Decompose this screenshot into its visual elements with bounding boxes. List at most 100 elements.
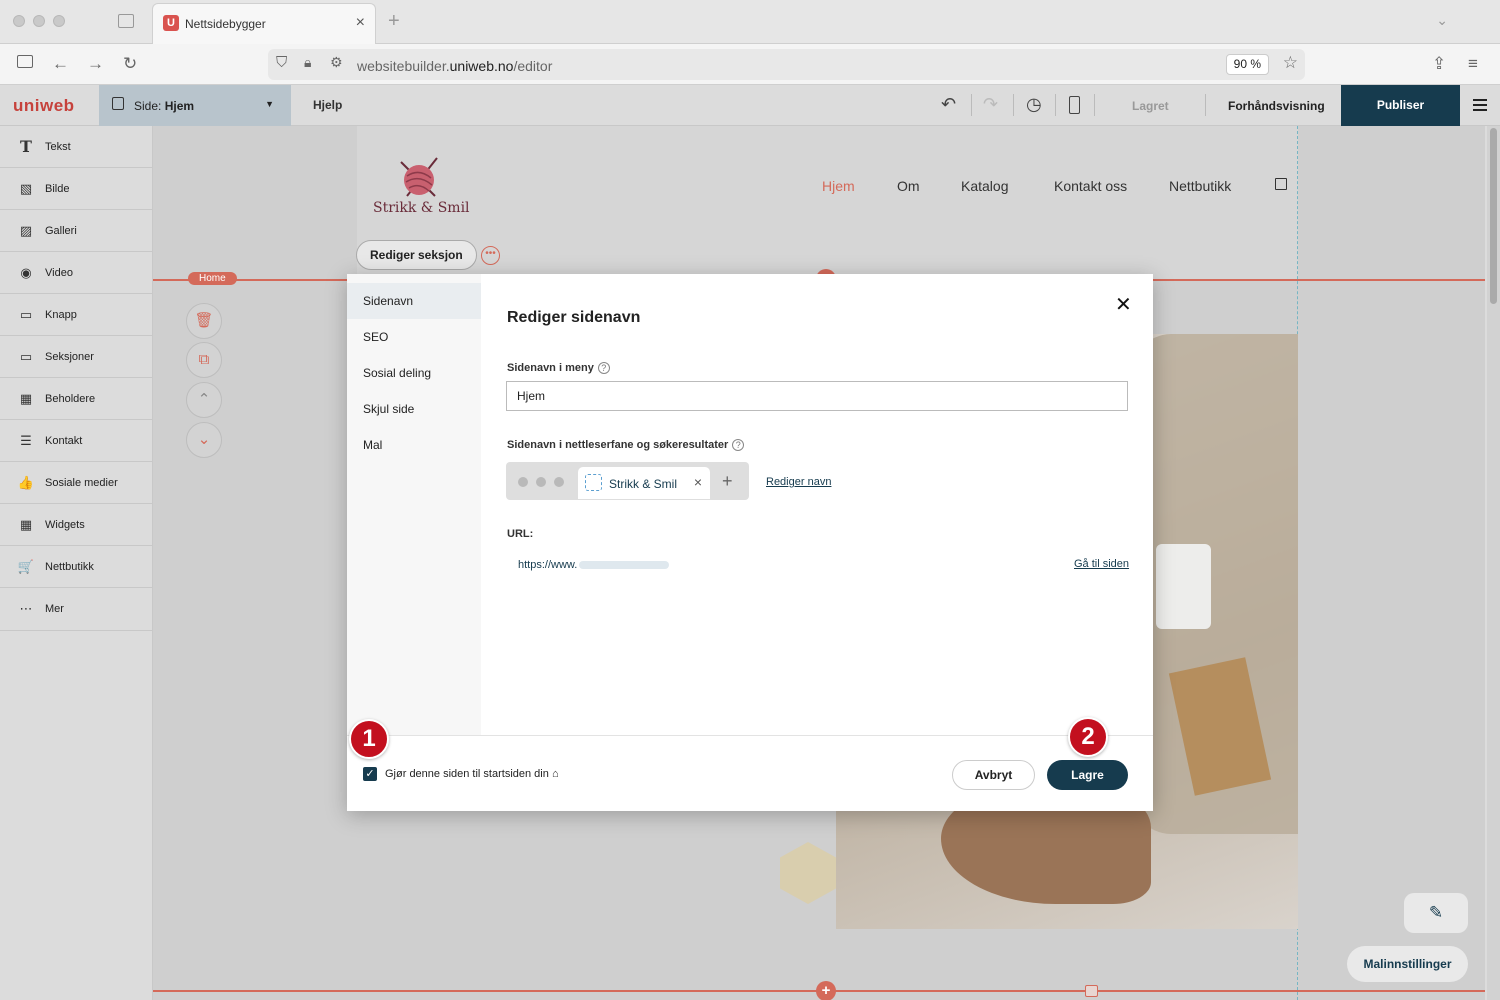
sidebar-item-nettbutikk[interactable]: 🛒 Nettbutikk	[0, 546, 152, 588]
edit-name-link[interactable]: Rediger navn	[766, 476, 831, 488]
edit-section-button[interactable]: Rediger seksjon	[356, 240, 477, 270]
dialog-nav-sosial-deling[interactable]: Sosial deling	[347, 355, 481, 391]
forward-arrow-icon[interactable]: →	[87, 54, 104, 74]
mug-shape	[1156, 544, 1211, 629]
help-icon[interactable]: ?	[597, 362, 610, 375]
hexagon-decoration	[780, 842, 836, 904]
browser-tab[interactable]: U Nettsidebygger ×	[152, 3, 376, 44]
go-to-page-link[interactable]: Gå til siden	[1074, 558, 1129, 570]
sidebar-item-galleri[interactable]: ▨ Galleri	[0, 210, 152, 252]
sidebar-icon[interactable]	[17, 55, 33, 68]
preview-button[interactable]: Forhåndsvisning	[1228, 99, 1325, 113]
make-homepage-checkbox[interactable]: ✓	[363, 767, 377, 781]
chevron-up-icon[interactable]: ⌃	[186, 382, 222, 418]
dialog-nav: Sidenavn SEO Sosial deling Skjul side Ma…	[347, 274, 481, 735]
sidebar-item-label: Galleri	[45, 225, 77, 237]
help-icon[interactable]: ?	[732, 439, 745, 452]
make-homepage-label[interactable]: Gjør denne siden til startsiden din ⌂	[385, 768, 559, 780]
dot-icon	[518, 477, 528, 487]
template-settings-button[interactable]: Malinnstillinger	[1347, 946, 1468, 982]
shield-icon[interactable]: ⛉	[276, 54, 287, 71]
scrollbar-thumb[interactable]	[1490, 128, 1497, 304]
window-minimize-control[interactable]	[33, 15, 45, 27]
lock-icon[interactable]: 🔒︎	[304, 54, 311, 71]
sidebar-item-label: Seksjoner	[45, 351, 94, 363]
window-close-control[interactable]	[13, 15, 25, 27]
sidebar-item-label: Sosiale medier	[45, 477, 118, 489]
menu-name-input[interactable]	[506, 381, 1128, 411]
section-marker-icon[interactable]	[1085, 985, 1098, 997]
hamburger-menu-icon[interactable]	[1473, 99, 1487, 111]
chevron-down-icon[interactable]: ⌄	[1436, 12, 1448, 29]
sidebar-item-tekst[interactable]: T Tekst	[0, 126, 152, 168]
star-icon[interactable]: ☆	[1283, 53, 1298, 73]
page-select-dropdown[interactable]: Side: Hjem ▼	[99, 85, 291, 126]
site-nav-kontakt-oss[interactable]: Kontakt oss	[1054, 178, 1127, 194]
sidebar-item-label: Tekst	[45, 141, 71, 153]
thumbs-up-icon: 👍	[17, 475, 35, 490]
sidebar-item-label: Kontakt	[45, 435, 83, 447]
address-bar[interactable]: ⛉ 🔒︎ ⚙ websitebuilder.uniweb.no/editor 9…	[268, 49, 1305, 80]
sidebar-item-label: Widgets	[45, 519, 85, 531]
browser-tab-bar: U Nettsidebygger × + ⌄	[0, 0, 1500, 44]
site-nav-om[interactable]: Om	[897, 178, 920, 194]
preview-tab: Strikk & Smil ×	[578, 467, 710, 499]
new-tab-icon[interactable]: +	[388, 10, 400, 33]
sidebar-item-widgets[interactable]: ▦ Widgets	[0, 504, 152, 546]
mobile-view-icon[interactable]	[1069, 96, 1080, 114]
undo-icon[interactable]: ↶	[941, 94, 956, 115]
sidebar-item-beholdere[interactable]: ▦ Beholdere	[0, 378, 152, 420]
chevron-down-icon[interactable]: ⌄	[186, 422, 222, 458]
sidebar-item-kontakt[interactable]: ☰ Kontakt	[0, 420, 152, 462]
home-section-tag: Home	[188, 272, 237, 285]
tab-name-label: Sidenavn i nettleserfane og søkeresultat…	[507, 439, 745, 452]
canvas-scrollbar[interactable]	[1487, 126, 1500, 1000]
favicon-icon: U	[163, 15, 179, 31]
home-icon: ⌂	[551, 768, 559, 780]
close-icon[interactable]: ✕	[1115, 292, 1132, 317]
publish-button[interactable]: Publiser	[1341, 85, 1460, 126]
duplicate-icon[interactable]: ⧉	[186, 342, 222, 378]
site-nav-hjem[interactable]: Hjem	[822, 178, 855, 194]
dot-icon	[554, 477, 564, 487]
sidebar-item-seksjoner[interactable]: ▭ Seksjoner	[0, 336, 152, 378]
zoom-badge[interactable]: 90 %	[1225, 54, 1269, 75]
add-section-icon[interactable]: +	[816, 981, 836, 1000]
window-zoom-control[interactable]	[53, 15, 65, 27]
sidebar-item-bilde[interactable]: ▧ Bilde	[0, 168, 152, 210]
dialog-nav-skjul-side[interactable]: Skjul side	[347, 391, 481, 427]
dialog-nav-sidenavn[interactable]: Sidenavn	[347, 283, 481, 319]
dialog-nav-seo[interactable]: SEO	[347, 319, 481, 355]
video-icon: ◉	[20, 265, 32, 280]
favicon-placeholder-icon	[585, 474, 602, 491]
reload-icon[interactable]: ↻	[123, 54, 137, 74]
more-icon: ⋯	[19, 601, 33, 616]
sidebar-item-knapp[interactable]: ▭ Knapp	[0, 294, 152, 336]
share-icon[interactable]: ⇪	[1432, 54, 1446, 74]
tab-overview-icon[interactable]	[118, 14, 134, 28]
sidebar-item-video[interactable]: ◉ Video	[0, 252, 152, 294]
design-settings-icon[interactable]: ✎	[1404, 893, 1468, 933]
close-tab-icon[interactable]: ×	[356, 14, 365, 32]
cancel-button[interactable]: Avbryt	[952, 760, 1035, 790]
help-menu[interactable]: Hjelp	[313, 98, 342, 112]
site-nav-nettbutikk[interactable]: Nettbutikk	[1169, 178, 1231, 194]
cart-icon: 🛒	[17, 559, 35, 574]
sidebar-item-sosiale-medier[interactable]: 👍 Sosiale medier	[0, 462, 152, 504]
menu-icon[interactable]: ≡	[1468, 54, 1478, 74]
site-settings-icon[interactable]: ⚙	[330, 54, 343, 71]
sidebar-item-mer[interactable]: ⋯ Mer	[0, 588, 152, 631]
back-arrow-icon[interactable]: ←	[52, 54, 69, 74]
dialog-nav-mal[interactable]: Mal	[347, 427, 481, 463]
history-icon[interactable]: ◷	[1026, 94, 1042, 115]
url-text[interactable]: websitebuilder.uniweb.no/editor	[357, 58, 552, 74]
divider	[1205, 94, 1206, 116]
site-nav-katalog[interactable]: Katalog	[961, 178, 1008, 194]
redo-icon[interactable]: ↷	[983, 94, 998, 115]
trash-icon[interactable]: 🗑︎	[186, 303, 222, 339]
sidebar-item-label: Mer	[45, 603, 64, 615]
more-options-icon[interactable]: •••	[481, 246, 500, 265]
save-button[interactable]: Lagre	[1047, 760, 1128, 790]
contact-form-icon: ☰	[20, 433, 32, 448]
shopping-bag-icon[interactable]	[1275, 178, 1287, 190]
